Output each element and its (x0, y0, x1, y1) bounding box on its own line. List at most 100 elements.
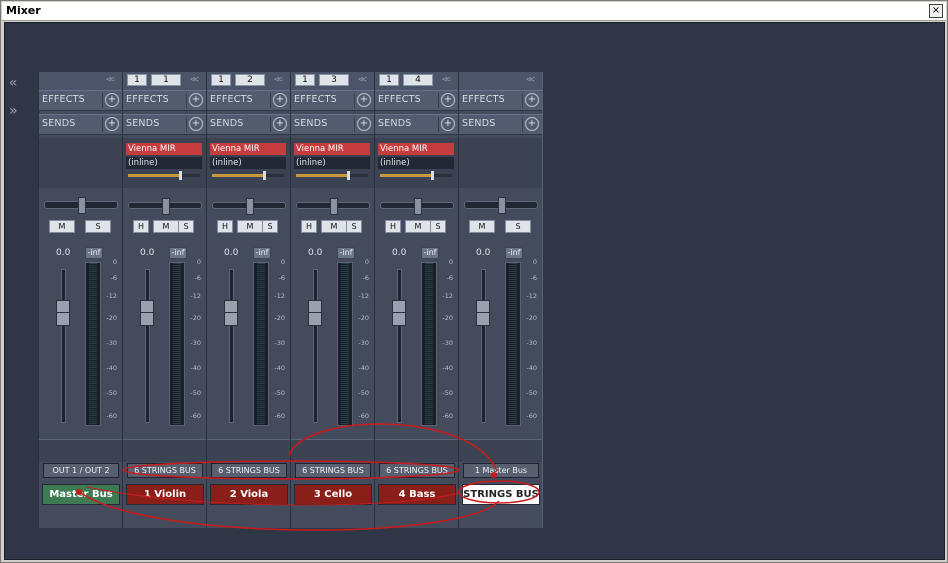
add-effects-icon[interactable]: + (525, 93, 539, 107)
send-mode[interactable]: (inline) (210, 157, 286, 169)
effects-slot[interactable]: EFFECTS + (123, 90, 206, 111)
channel-in-box[interactable]: 1 (295, 74, 315, 86)
add-sends-icon[interactable]: + (189, 117, 203, 131)
channel-out-box[interactable]: 4 (403, 74, 433, 86)
add-effects-icon[interactable]: + (441, 93, 455, 107)
send-plugin[interactable]: Vienna MIR (126, 143, 202, 155)
channel-in-box[interactable]: 1 (379, 74, 399, 86)
effects-slot[interactable]: EFFECTS + (207, 90, 290, 111)
volume-fader-track[interactable] (229, 269, 234, 423)
pan-slider[interactable] (380, 198, 454, 215)
channel-in-box[interactable]: 1 (127, 74, 147, 86)
m-button[interactable]: M (321, 220, 347, 233)
volume-fader-handle[interactable] (224, 300, 238, 326)
output-route-button[interactable]: 6 STRINGS BUS (211, 463, 287, 478)
collapse-icon[interactable]: << (442, 75, 454, 85)
pan-slider[interactable] (296, 198, 370, 215)
volume-fader-handle[interactable] (140, 300, 154, 326)
channel-name[interactable]: STRINGS BUS (462, 484, 540, 505)
add-effects-icon[interactable]: + (105, 93, 119, 107)
output-route-button[interactable]: OUT 1 / OUT 2 (43, 463, 119, 478)
volume-fader-handle[interactable] (308, 300, 322, 326)
sends-slot[interactable]: SENDS + (291, 114, 374, 135)
effects-slot[interactable]: EFFECTS + (291, 90, 374, 111)
collapse-icon[interactable]: << (274, 75, 286, 85)
pan-handle[interactable] (246, 198, 254, 215)
send-level-handle[interactable] (263, 171, 266, 180)
h-button[interactable]: H (217, 220, 233, 233)
send-plugin[interactable]: Vienna MIR (294, 143, 370, 155)
send-level-slider[interactable] (212, 171, 284, 180)
channel-out-box[interactable]: 3 (319, 74, 349, 86)
collapse-icon[interactable]: << (190, 75, 202, 85)
channel-out-box[interactable]: 2 (235, 74, 265, 86)
volume-fader-handle[interactable] (392, 300, 406, 326)
output-route-button[interactable]: 6 STRINGS BUS (295, 463, 371, 478)
s-button[interactable]: S (430, 220, 446, 233)
m-button[interactable]: M (237, 220, 263, 233)
output-route-button[interactable]: 1 Master Bus (463, 463, 539, 478)
add-sends-icon[interactable]: + (441, 117, 455, 131)
h-button[interactable]: H (385, 220, 401, 233)
channel-name[interactable]: 3 Cello (294, 484, 372, 505)
h-button[interactable]: H (133, 220, 149, 233)
h-button[interactable]: H (301, 220, 317, 233)
s-button[interactable]: S (85, 220, 111, 233)
s-button[interactable]: S (178, 220, 194, 233)
scroll-left-icon[interactable]: « (9, 75, 18, 91)
close-button[interactable]: × (929, 4, 943, 18)
sends-slot[interactable]: SENDS + (123, 114, 206, 135)
effects-slot[interactable]: EFFECTS + (39, 90, 122, 111)
add-sends-icon[interactable]: + (357, 117, 371, 131)
volume-fader-track[interactable] (61, 269, 66, 423)
pan-handle[interactable] (330, 198, 338, 215)
volume-fader-track[interactable] (481, 269, 486, 423)
pan-slider[interactable] (44, 197, 118, 214)
pan-slider[interactable] (464, 197, 538, 214)
channel-in-box[interactable]: 1 (211, 74, 231, 86)
pan-handle[interactable] (498, 197, 506, 214)
pan-handle[interactable] (78, 197, 86, 214)
add-effects-icon[interactable]: + (357, 93, 371, 107)
m-button[interactable]: M (405, 220, 431, 233)
m-button[interactable]: M (153, 220, 179, 233)
collapse-icon[interactable]: << (358, 75, 370, 85)
volume-fader-handle[interactable] (56, 300, 70, 326)
effects-slot[interactable]: EFFECTS + (375, 90, 458, 111)
volume-fader-track[interactable] (145, 269, 150, 423)
output-route-button[interactable]: 6 STRINGS BUS (127, 463, 203, 478)
channel-out-box[interactable]: 1 (151, 74, 181, 86)
add-sends-icon[interactable]: + (525, 117, 539, 131)
send-level-handle[interactable] (347, 171, 350, 180)
volume-fader-track[interactable] (313, 269, 318, 423)
channel-name[interactable]: 2 Viola (210, 484, 288, 505)
output-route-button[interactable]: 6 STRINGS BUS (379, 463, 455, 478)
send-level-handle[interactable] (179, 171, 182, 180)
scroll-right-icon[interactable]: » (9, 103, 18, 119)
send-mode[interactable]: (inline) (126, 157, 202, 169)
send-plugin[interactable]: Vienna MIR (210, 143, 286, 155)
s-button[interactable]: S (505, 220, 531, 233)
pan-slider[interactable] (128, 198, 202, 215)
channel-name[interactable]: Master Bus (42, 484, 120, 505)
s-button[interactable]: S (346, 220, 362, 233)
effects-slot[interactable]: EFFECTS + (459, 90, 542, 111)
add-effects-icon[interactable]: + (273, 93, 287, 107)
send-mode[interactable]: (inline) (378, 157, 454, 169)
sends-slot[interactable]: SENDS + (207, 114, 290, 135)
add-effects-icon[interactable]: + (189, 93, 203, 107)
s-button[interactable]: S (262, 220, 278, 233)
sends-slot[interactable]: SENDS + (375, 114, 458, 135)
add-sends-icon[interactable]: + (273, 117, 287, 131)
m-button[interactable]: M (469, 220, 495, 233)
send-plugin[interactable]: Vienna MIR (378, 143, 454, 155)
volume-fader-handle[interactable] (476, 300, 490, 326)
sends-slot[interactable]: SENDS + (459, 114, 542, 135)
send-level-handle[interactable] (431, 171, 434, 180)
collapse-icon[interactable]: << (526, 75, 538, 85)
send-level-slider[interactable] (128, 171, 200, 180)
send-mode[interactable]: (inline) (294, 157, 370, 169)
sends-slot[interactable]: SENDS + (39, 114, 122, 135)
pan-handle[interactable] (162, 198, 170, 215)
channel-name[interactable]: 4 Bass (378, 484, 456, 505)
